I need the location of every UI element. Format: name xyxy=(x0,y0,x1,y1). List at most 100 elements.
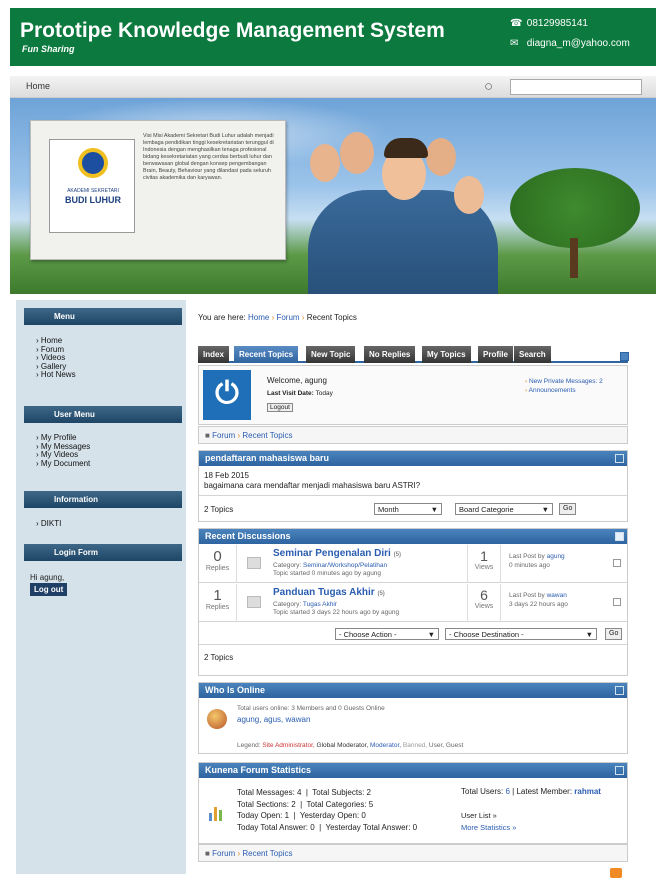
logo-subtitle: AKADEMI SEKRETARI xyxy=(67,188,119,194)
student-face xyxy=(310,144,340,182)
announcement-section: pendaftaran mahasiswa baru 18 Feb 2015 b… xyxy=(198,450,628,522)
last-post-time: 3 days 22 hours ago xyxy=(509,601,568,608)
logout-button[interactable]: Log out xyxy=(30,583,68,596)
chart-icon xyxy=(209,805,227,821)
phone-icon: ☎ xyxy=(510,18,523,29)
hero-banner: AKADEMI SEKRETARI BUDI LUHUR Visi Misi A… xyxy=(10,98,656,294)
user-menu-heading: User Menu xyxy=(24,406,182,423)
student-face xyxy=(340,132,374,174)
divider xyxy=(199,644,627,645)
go-button[interactable]: Go xyxy=(559,503,577,515)
replies-label: Replies xyxy=(205,565,230,572)
views-cell: 6 Views xyxy=(467,584,501,622)
who-is-online-title: Who Is Online xyxy=(205,685,265,695)
topic-category-link[interactable]: Seminar/Workshop/Pelatihan xyxy=(303,562,387,569)
menu-item-hot-news[interactable]: › Hot News xyxy=(36,370,76,380)
search-input[interactable] xyxy=(510,79,642,95)
menu-list: › Home › Forum › Videos › Gallery › Hot … xyxy=(36,336,76,380)
private-messages-link[interactable]: New Private Messages: 2 xyxy=(529,378,603,385)
view-count: 1 xyxy=(480,548,488,564)
replies-label: Replies xyxy=(205,604,230,611)
more-statistics-link[interactable]: More Statistics » xyxy=(461,823,516,832)
choose-action-select[interactable]: - Choose Action - ▼ xyxy=(335,628,439,640)
choose-destination-select[interactable]: - Choose Destination - ▼ xyxy=(445,628,597,640)
tab-search[interactable]: Search xyxy=(514,346,551,363)
search-icon[interactable]: ○ xyxy=(484,78,493,95)
replies-cell: 1 Replies xyxy=(199,584,237,622)
last-post-author[interactable]: agung xyxy=(547,553,565,560)
who-is-online: Who Is Online Total users online: 3 Memb… xyxy=(198,682,628,754)
topic-checkbox[interactable] xyxy=(613,559,621,567)
information-list: › DIKTI xyxy=(36,519,61,529)
forum-square-icon: ■ xyxy=(205,849,210,858)
path-forum[interactable]: Forum xyxy=(212,431,235,440)
collapse-icon[interactable] xyxy=(615,454,624,463)
recent-discussions-title: Recent Discussions xyxy=(205,531,291,541)
users-icon xyxy=(207,709,227,729)
tree-trunk xyxy=(570,238,578,278)
user-menu-list: › My Profile › My Messages › My Videos ›… xyxy=(36,433,90,469)
path-recent-topics[interactable]: Recent Topics xyxy=(242,431,292,440)
collapse-icon[interactable] xyxy=(615,686,624,695)
table-row: 0 Replies Seminar Pengenalan Diri (5) Ca… xyxy=(199,545,627,583)
latest-member-link[interactable]: rahmat xyxy=(574,787,601,796)
tab-new-topic[interactable]: New Topic xyxy=(306,346,356,363)
path-recent-topics[interactable]: Recent Topics xyxy=(242,849,292,858)
topic-title-link[interactable]: Seminar Pengenalan Diri xyxy=(273,548,391,559)
tab-recent-topics[interactable]: Recent Topics xyxy=(234,346,299,363)
table-row: 1 Replies Panduan Tugas Akhir (5) Catego… xyxy=(199,584,627,622)
last-visit-date: Today xyxy=(315,390,333,397)
statistics-right: Total Users: 6 | Latest Member: rahmat xyxy=(461,787,601,796)
information-heading: Information xyxy=(24,491,182,508)
logo-frame: AKADEMI SEKRETARI BUDI LUHUR xyxy=(49,139,135,233)
announcements-link[interactable]: Announcements xyxy=(529,387,576,394)
announcement-topic-count: 2 Topics xyxy=(204,505,234,514)
topic-checkbox[interactable] xyxy=(613,598,621,606)
breadcrumb-forum[interactable]: Forum xyxy=(276,313,299,322)
statistics-title: Kunena Forum Statistics xyxy=(205,765,312,775)
info-item-dikti[interactable]: › DIKTI xyxy=(36,519,61,529)
mail-icon: ✉ xyxy=(510,38,519,49)
views-label: Views xyxy=(474,564,494,571)
recent-discussions: Recent Discussions 0 Replies Seminar Pen… xyxy=(198,528,628,676)
total-users-link[interactable]: 6 xyxy=(505,787,509,796)
tab-index[interactable]: Index xyxy=(198,346,229,363)
login-heading: Login Form xyxy=(24,544,182,561)
go-button[interactable]: Go xyxy=(605,628,623,640)
breadcrumb-home[interactable]: Home xyxy=(248,313,269,322)
site-tagline: Fun Sharing xyxy=(22,44,75,54)
reply-count: 0 xyxy=(213,548,222,565)
category-select[interactable]: Board Categorie ▼ xyxy=(455,503,553,515)
welcome-logout-button[interactable]: Logout xyxy=(267,403,293,412)
topic-started-text: Topic started 3 days 22 hours ago by agu… xyxy=(273,609,400,616)
topic-started-text: Topic started 0 minutes ago by agung xyxy=(273,570,382,577)
rss-icon[interactable] xyxy=(610,868,622,878)
topic-count: 2 Topics xyxy=(204,653,234,662)
divider xyxy=(199,495,627,496)
last-post-author[interactable]: wawan xyxy=(547,592,567,599)
user-list-link[interactable]: User List » xyxy=(461,811,497,820)
last-post-time: 0 minutes ago xyxy=(509,562,550,569)
greeting-text: Hi agung, xyxy=(30,573,65,582)
site-header: Prototipe Knowledge Management System Fu… xyxy=(10,8,656,66)
collapse-icon[interactable] xyxy=(620,352,629,361)
online-users[interactable]: agung, agus, wawan xyxy=(237,715,310,724)
user-menu-item-documents[interactable]: › My Document xyxy=(36,459,90,469)
collapse-icon[interactable] xyxy=(615,766,624,775)
tab-my-topics[interactable]: My Topics xyxy=(422,346,471,363)
tab-no-replies[interactable]: No Replies xyxy=(364,346,416,363)
topic-title-link[interactable]: Panduan Tugas Akhir xyxy=(273,587,375,598)
avatar[interactable]: ⏻ xyxy=(203,370,251,420)
announcement-body: bagaimana cara mendaftar menjadi mahasis… xyxy=(204,481,421,490)
path-forum[interactable]: Forum xyxy=(212,849,235,858)
announcement-title[interactable]: pendaftaran mahasiswa baru xyxy=(205,453,329,463)
email-contact[interactable]: ✉ diagna_m@yahoo.com xyxy=(510,38,630,49)
logo-text: BUDI LUHUR xyxy=(65,195,121,205)
period-select[interactable]: Month ▼ xyxy=(374,503,442,515)
menu-heading: Menu xyxy=(24,308,182,325)
collapse-icon[interactable] xyxy=(615,532,624,541)
views-label: Views xyxy=(474,603,494,610)
nav-home-link[interactable]: Home xyxy=(26,81,50,91)
topic-category-link[interactable]: Tugas Akhir xyxy=(303,601,337,608)
tab-profile[interactable]: Profile xyxy=(478,346,513,363)
